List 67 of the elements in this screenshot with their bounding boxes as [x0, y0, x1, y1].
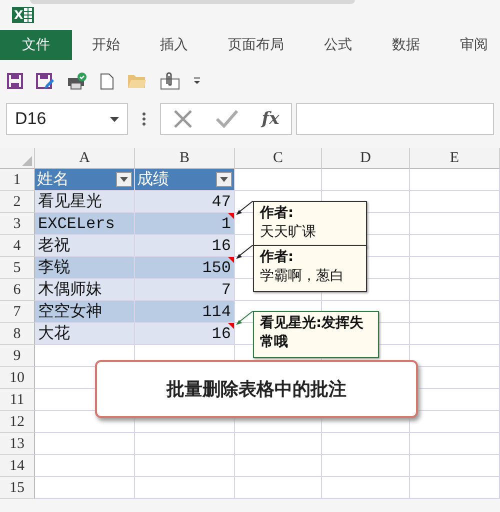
save-icon[interactable] — [7, 73, 23, 89]
row-header[interactable]: 3 — [0, 213, 35, 235]
table-cell: 16 — [135, 323, 234, 344]
ribbon-tab[interactable]: 文件 — [0, 30, 72, 60]
comment-box[interactable]: 看见星光:发挥失常哦 — [253, 311, 379, 358]
table-cell: 150 — [135, 257, 234, 278]
row-header[interactable]: 15 — [0, 477, 35, 499]
ribbon-tab[interactable]: 数据 — [372, 30, 440, 60]
table-cell: 7 — [135, 279, 234, 300]
table-cell: 114 — [135, 301, 234, 322]
table-cell: 大花 — [35, 323, 134, 344]
table-cell: 木偶师妹 — [35, 279, 134, 300]
customize-dropdown-icon[interactable] — [193, 77, 201, 85]
ribbon-tab[interactable]: 页面布局 — [208, 30, 304, 60]
row-header[interactable]: 8 — [0, 323, 35, 345]
drag-handle-icon[interactable] — [142, 112, 146, 126]
row-header[interactable]: 11 — [0, 389, 35, 411]
ribbon-tab[interactable]: 开始 — [72, 30, 140, 60]
caret-icon — [120, 177, 128, 182]
formula-input[interactable] — [296, 103, 494, 135]
row-header[interactable]: 9 — [0, 345, 35, 367]
ribbon-tab[interactable]: 公式 — [304, 30, 372, 60]
cell-reference: D16 — [15, 109, 46, 129]
caret-icon — [220, 177, 228, 182]
filter-dropdown-button[interactable] — [116, 172, 132, 187]
printer-icon[interactable] — [67, 72, 87, 90]
insert-function-button[interactable]: fx — [262, 109, 280, 129]
table-cell: EXCELers — [35, 213, 134, 234]
row-header[interactable]: 13 — [0, 433, 35, 455]
row-header[interactable]: 12 — [0, 411, 35, 433]
table-cell: 空空女神 — [35, 301, 134, 322]
header-text: 成绩 — [137, 169, 169, 190]
table-cell: 47 — [135, 191, 234, 212]
comment-author: 作者: — [260, 204, 295, 223]
table-cell: 李锐 — [35, 257, 134, 278]
new-document-icon[interactable] — [100, 72, 114, 90]
row-header[interactable]: 4 — [0, 235, 35, 257]
row-header[interactable]: 7 — [0, 301, 35, 323]
dropdown-caret-icon[interactable] — [110, 116, 119, 122]
cancel-icon[interactable] — [172, 109, 193, 129]
name-box[interactable]: D16 — [6, 103, 128, 135]
row-header[interactable]: 5 — [0, 257, 35, 279]
paperclip-icon[interactable] — [160, 72, 180, 90]
row-header[interactable]: 6 — [0, 279, 35, 301]
table-cell: 1 — [135, 213, 234, 234]
table-cell: 老祝 — [35, 235, 134, 256]
comment-text: 天天旷课 — [260, 223, 317, 242]
checkmark-icon[interactable] — [216, 110, 238, 128]
corner-triangle-icon — [22, 156, 32, 166]
comment-text: 看见星光:发挥失常哦 — [260, 314, 365, 352]
table-cell: 看见星光 — [35, 191, 134, 212]
title-banner: 批量删除表格中的批注 — [95, 360, 418, 418]
comment-box[interactable]: 作者: 学霸啊，葱白 — [253, 245, 367, 292]
row-header[interactable]: 1 — [0, 169, 35, 191]
ribbon-tab[interactable]: 审阅 — [440, 30, 500, 60]
comment-text: 学霸啊，葱白 — [260, 267, 345, 286]
row-header[interactable]: 2 — [0, 191, 35, 213]
ribbon-tab[interactable]: 插入 — [140, 30, 208, 60]
comment-author: 作者: — [260, 248, 295, 267]
row-header[interactable]: 10 — [0, 367, 35, 389]
comment-box[interactable]: 作者: 天天旷课 — [253, 201, 367, 248]
filter-dropdown-button[interactable] — [216, 172, 232, 187]
header-text: 姓名 — [37, 169, 69, 190]
save-as-icon[interactable] — [36, 72, 54, 90]
row-header[interactable]: 14 — [0, 455, 35, 477]
table-cell: 16 — [135, 235, 234, 256]
excel-logo-icon: X — [12, 7, 34, 23]
